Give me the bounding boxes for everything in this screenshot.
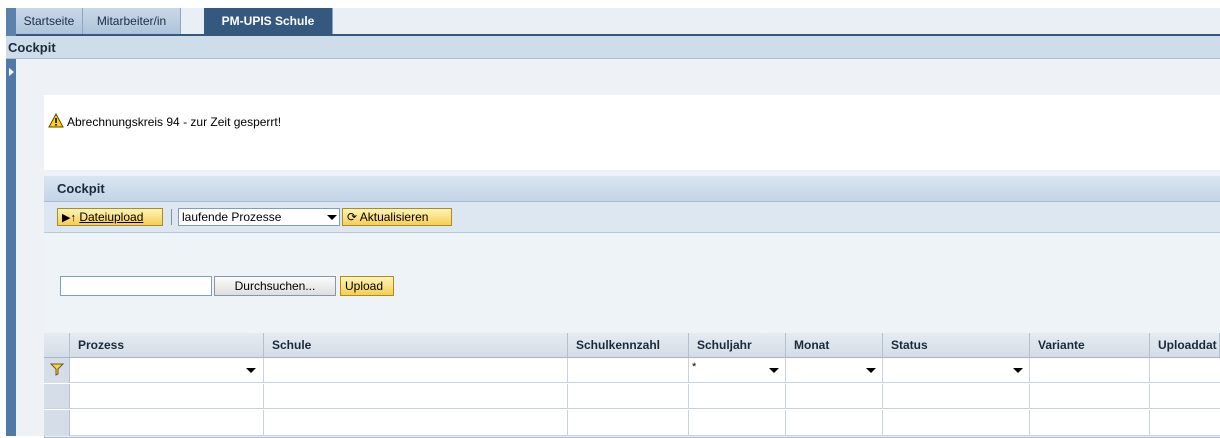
file-path-input[interactable] <box>60 276 212 296</box>
filter-schulkennzahl[interactable] <box>568 358 689 383</box>
expand-arrow-icon[interactable] <box>9 68 14 76</box>
filter-status[interactable] <box>883 358 1030 383</box>
refresh-label: Aktualisieren <box>359 210 429 224</box>
file-upload-label: Dateiupload <box>79 210 144 224</box>
table-cell <box>1150 410 1220 436</box>
table-cell <box>883 410 1030 436</box>
tab-bar: Startseite Mitarbeiter/in PM-UPIS Schule <box>16 8 1220 36</box>
refresh-icon: ⟳ <box>347 210 358 224</box>
chevron-down-icon[interactable] <box>1013 368 1023 373</box>
process-select[interactable]: laufende Prozesse <box>178 208 340 226</box>
tab-startseite[interactable]: Startseite <box>16 8 83 34</box>
chevron-down-icon[interactable] <box>866 368 876 373</box>
row-selector[interactable] <box>44 384 70 409</box>
column-header-variante[interactable]: Variante <box>1030 333 1150 358</box>
chevron-down-icon[interactable] <box>327 215 337 220</box>
table-cell <box>1030 384 1150 409</box>
chevron-down-icon[interactable] <box>246 368 256 373</box>
filter-icon[interactable] <box>50 362 64 376</box>
column-header-monat[interactable]: Monat <box>786 333 883 358</box>
column-header-prozess[interactable]: Prozess <box>70 333 264 358</box>
page-header: Cockpit <box>6 36 1220 59</box>
page-title: Cockpit <box>8 40 56 55</box>
refresh-button[interactable]: ⟳ Aktualisieren <box>342 208 452 226</box>
file-upload-button[interactable]: ▶↑ Dateiupload <box>57 208 163 226</box>
table-cell <box>568 410 689 436</box>
tab-mitarbeiter[interactable]: Mitarbeiter/in <box>83 8 181 34</box>
filter-schule[interactable] <box>264 358 568 383</box>
browse-button[interactable]: Durchsuchen... <box>214 276 336 296</box>
warning-icon <box>48 113 64 128</box>
table-cell <box>689 384 786 409</box>
table-cell <box>786 384 883 409</box>
table-cell <box>70 384 264 409</box>
left-accent-bar <box>6 8 16 36</box>
top-strip <box>0 0 1220 8</box>
table-cell <box>264 384 568 409</box>
upload-button[interactable]: Upload <box>340 276 394 296</box>
row-selector[interactable] <box>44 410 70 436</box>
table-cell <box>883 384 1030 409</box>
column-header-schulkennzahl[interactable]: Schulkennzahl <box>568 333 689 358</box>
message-text: Abrechnungskreis 94 - zur Zeit gesperrt! <box>67 115 282 129</box>
chevron-down-icon[interactable] <box>769 368 779 373</box>
table-cell <box>568 384 689 409</box>
table-cell <box>689 410 786 436</box>
process-select-value: laufende Prozesse <box>182 210 282 224</box>
tray-header: Cockpit <box>44 176 1220 202</box>
filter-variante[interactable] <box>1030 358 1150 383</box>
navigation-panel-toggle[interactable] <box>6 59 16 436</box>
toolbar-separator <box>171 209 172 225</box>
table-cell <box>70 410 264 436</box>
message-area <box>44 95 1220 170</box>
table-cell <box>1150 384 1220 409</box>
column-header-status[interactable]: Status <box>883 333 1030 358</box>
table-cell <box>786 410 883 436</box>
table-cell <box>1030 410 1150 436</box>
filter-prozess[interactable] <box>70 358 264 383</box>
column-header-schuljahr[interactable]: Schuljahr <box>689 333 786 358</box>
filter-schuljahr-value: * <box>692 361 697 373</box>
column-header-schule[interactable]: Schule <box>264 333 568 358</box>
tray-title: Cockpit <box>57 181 105 196</box>
table-cell <box>264 410 568 436</box>
select-all-header[interactable] <box>44 333 70 358</box>
column-header-uploaddat[interactable]: Uploaddat <box>1150 333 1220 358</box>
tab-pm-upis-schule[interactable]: PM-UPIS Schule <box>204 8 333 34</box>
upload-arrow-icon: ▶↑ <box>62 212 76 224</box>
filter-uploaddat[interactable] <box>1150 358 1220 383</box>
